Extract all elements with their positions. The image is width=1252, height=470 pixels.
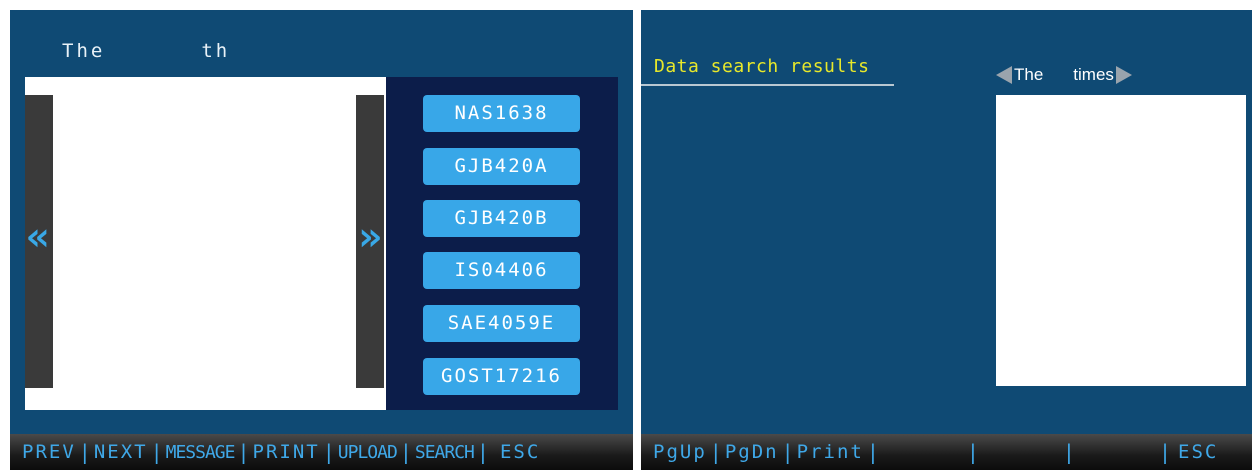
double-chevron-left-icon[interactable]: « <box>26 217 50 257</box>
standard-button-iso4406[interactable]: IS04406 <box>423 252 580 289</box>
triangle-right-icon[interactable] <box>1115 66 1132 84</box>
standard-button-gjb420a[interactable]: GJB420A <box>423 148 580 185</box>
fkey-message[interactable]: MESSAGE <box>166 442 236 463</box>
standard-button-sae4059e[interactable]: SAE4059E <box>423 305 580 342</box>
times-display-panel <box>996 95 1246 386</box>
fkey-esc-right[interactable]: ESC <box>1178 441 1218 463</box>
double-chevron-right-icon[interactable]: » <box>358 217 382 257</box>
function-key-bar-right: PgUp | PgDn | Print | | | | ESC <box>641 434 1252 470</box>
fkey-print-right[interactable]: Print <box>797 441 864 463</box>
times-label: The times <box>1014 65 1114 84</box>
fkey-prev[interactable]: PREV <box>22 441 76 463</box>
right-screen: Data search results The times PgUp | PgDn… <box>641 10 1252 470</box>
fkey-print[interactable]: PRINT <box>253 441 320 463</box>
left-screen: The th « » NAS1638 GJB420A GJB420B IS0440… <box>10 10 633 470</box>
title-part2: th <box>201 40 231 62</box>
results-title: Data search results <box>654 56 870 77</box>
fkey-pgdn[interactable]: PgDn <box>725 441 779 463</box>
title-underline <box>641 84 894 86</box>
page-title: The th <box>62 40 230 62</box>
standard-button-gost17216[interactable]: GOST17216 <box>423 358 580 395</box>
data-display-panel: « » <box>25 77 387 410</box>
standard-button-nas1638[interactable]: NAS1638 <box>423 95 580 132</box>
triangle-left-icon[interactable] <box>996 66 1012 84</box>
standard-button-gjb420b[interactable]: GJB420B <box>423 200 580 237</box>
title-part1: The <box>62 40 106 62</box>
fkey-next[interactable]: NEXT <box>94 441 148 463</box>
times-navigator: The times <box>996 64 1132 86</box>
fkey-pgup[interactable]: PgUp <box>653 441 707 463</box>
fkey-esc[interactable]: ESC <box>500 441 540 463</box>
function-key-bar: PREV | NEXT | MESSAGE | PRINT | UPLOAD |… <box>10 434 633 470</box>
fkey-upload[interactable]: UPLOAD <box>338 442 398 463</box>
fkey-search[interactable]: SEARCH <box>415 442 475 463</box>
standards-panel: NAS1638 GJB420A GJB420B IS04406 SAE4059E… <box>386 77 618 410</box>
